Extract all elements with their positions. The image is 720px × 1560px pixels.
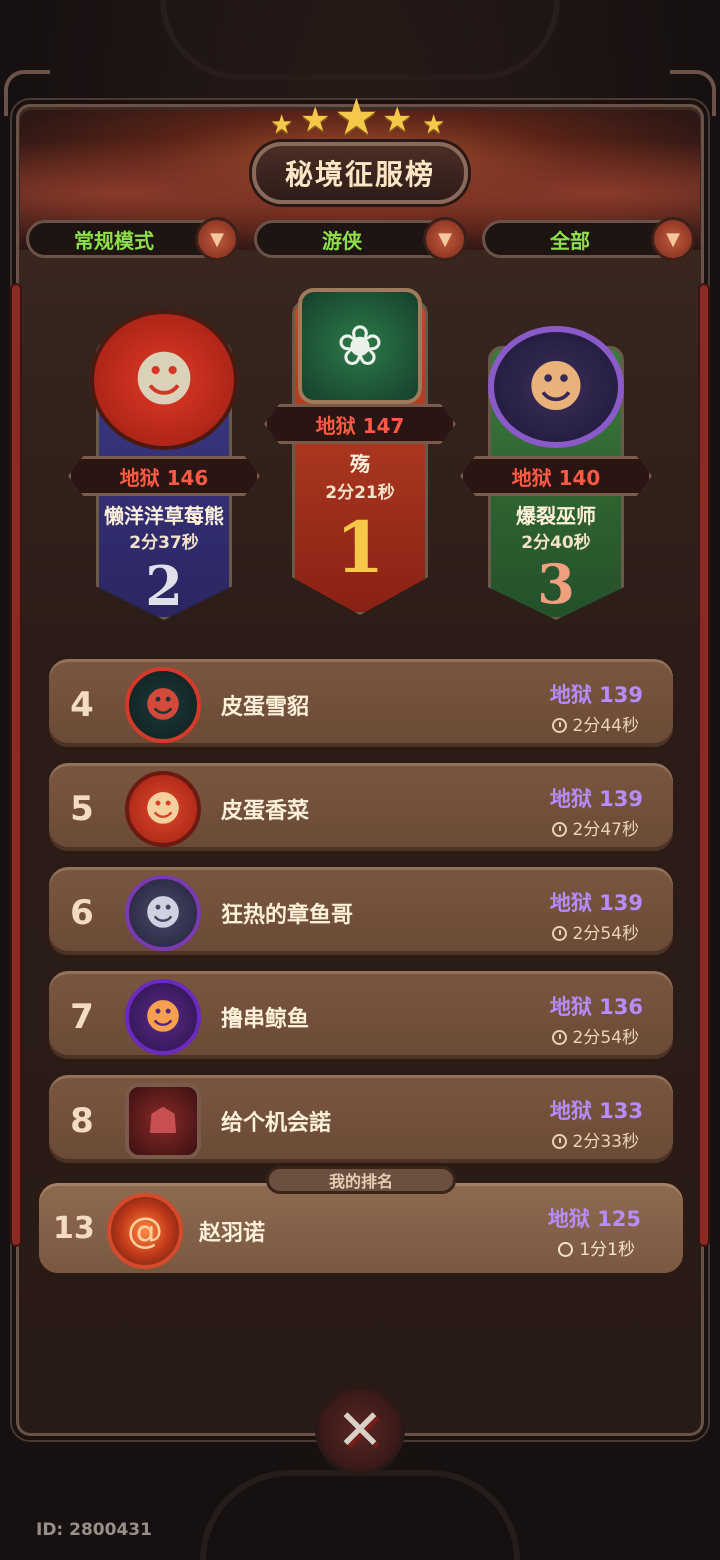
podium-level: 地狱 146 [68, 456, 260, 496]
avatar-tomato-hood-icon: ☻ [132, 345, 196, 415]
avatar: ☻ [125, 667, 201, 743]
filter-range-dropdown[interactable]: 全部 ▼ [482, 217, 695, 261]
avatar-clown-icon: ☻ [144, 684, 182, 726]
close-button[interactable]: ✕ [315, 1385, 405, 1475]
podium-rank-number: 2 [145, 554, 183, 618]
row-time: 2分54秒 [551, 1023, 639, 1048]
panel-side-bar [12, 285, 20, 1245]
star-icon: ★ [270, 110, 294, 140]
podium-name: 殇 [350, 452, 370, 476]
row-level: 地狱 139 [549, 683, 643, 707]
my-rank-time: 1分1秒 [558, 1235, 635, 1260]
row-time: 2分54秒 [551, 919, 639, 944]
my-rank-name: 赵羽诺 [199, 1221, 266, 1246]
row-level: 地狱 136 [549, 995, 643, 1019]
clock-icon [551, 1030, 567, 1045]
avatar-circus-icon: ☗ [146, 1100, 180, 1142]
list-item[interactable]: 7 ☻ 撸串鲸鱼 地狱 136 2分54秒 [46, 968, 676, 1062]
row-rank: 8 [70, 1101, 94, 1141]
podium-rank-number: 3 [537, 552, 575, 616]
row-rank: 5 [70, 789, 94, 829]
filter-mode-label: 常规模式 [74, 228, 154, 253]
my-rank-row[interactable]: 13 @ 赵羽诺 地狱 125 1分1秒 [36, 1180, 686, 1276]
avatar-flower-spirit-icon: ❀ [336, 313, 384, 379]
podium-time: 2分40秒 [521, 533, 591, 553]
avatar-octopus-cat-icon: ☻ [144, 892, 182, 934]
clock-icon [551, 926, 567, 941]
page-title: 秘境征服榜 [252, 142, 468, 204]
podium-level: 地狱 140 [460, 456, 652, 496]
chevron-down-icon[interactable]: ▼ [651, 217, 695, 261]
chevron-down-icon[interactable]: ▼ [195, 217, 239, 261]
row-name: 皮蛋香菜 [221, 799, 310, 824]
row-time: 2分44秒 [551, 711, 639, 736]
row-name: 皮蛋雪貂 [221, 695, 310, 720]
avatar-fire-swirl-icon: @ [127, 1210, 163, 1252]
row-name: 狂热的章鱼哥 [221, 903, 354, 928]
list-item[interactable]: 4 ☻ 皮蛋雪貂 地狱 139 2分44秒 [46, 656, 676, 750]
podium-level: 地狱 147 [264, 404, 456, 444]
panel-side-bar [700, 285, 708, 1245]
user-id-label: ID: 2800431 [36, 1520, 152, 1540]
star-icon: ★ [334, 88, 379, 146]
star-icon: ★ [422, 110, 446, 140]
filter-mode-dropdown[interactable]: 常规模式 ▼ [26, 217, 239, 261]
my-rank-tag: 我的排名 [266, 1166, 456, 1194]
my-rank-level: 地狱 125 [547, 1207, 641, 1231]
row-time: 2分47秒 [551, 815, 639, 840]
my-rank-number: 13 [53, 1211, 95, 1246]
avatar: @ [107, 1193, 183, 1269]
avatar-tomato-tiger-icon: ☻ [144, 788, 182, 830]
close-icon: ✕ [336, 1397, 384, 1463]
row-rank: 6 [70, 893, 94, 933]
podium-name: 懒洋洋草莓熊 [104, 504, 224, 528]
avatar: ❀ [298, 288, 422, 404]
list-item[interactable]: 8 ☗ 给个机会諾 地狱 133 2分33秒 [46, 1072, 676, 1166]
row-name: 给个机会諾 [221, 1111, 332, 1136]
clock-icon [558, 1242, 574, 1257]
background-ornament-bottom [200, 1470, 520, 1560]
list-item[interactable]: 5 ☻ 皮蛋香菜 地狱 139 2分47秒 [46, 760, 676, 854]
stars-decoration: ★ ★ ★ ★ ★ [270, 88, 450, 146]
avatar: ☻ [125, 875, 201, 951]
podium-rank-2[interactable]: ☻ 地狱 146 懒洋洋草莓熊 2分37秒 2 [68, 310, 260, 620]
podium-rank-number: 1 [335, 506, 385, 589]
row-name: 撸串鲸鱼 [221, 1007, 310, 1032]
avatar: ☻ [125, 979, 201, 1055]
podium-name: 爆裂巫师 [516, 504, 596, 528]
row-level: 地狱 133 [549, 1099, 643, 1123]
row-level: 地狱 139 [549, 787, 643, 811]
podium-rank-3[interactable]: ☻ 地狱 140 爆裂巫师 2分40秒 3 [460, 326, 652, 620]
filter-range-label: 全部 [550, 228, 590, 253]
filter-class-label: 游侠 [322, 228, 362, 253]
filter-class-dropdown[interactable]: 游侠 ▼ [254, 217, 467, 261]
star-icon: ★ [382, 100, 413, 140]
clock-icon [551, 822, 567, 837]
background-ornament-top [160, 0, 560, 80]
avatar: ☻ [90, 310, 238, 450]
avatar-purple-flame-tiger-icon: ☻ [144, 996, 182, 1038]
avatar-fox-wizard-icon: ☻ [526, 354, 586, 420]
podium-time: 2分37秒 [129, 533, 199, 553]
row-rank: 7 [70, 997, 94, 1037]
star-icon: ★ [300, 100, 331, 140]
list-item[interactable]: 6 ☻ 狂热的章鱼哥 地狱 139 2分54秒 [46, 864, 676, 958]
row-rank: 4 [70, 685, 94, 725]
row-time: 2分33秒 [551, 1127, 639, 1152]
avatar: ☗ [125, 1083, 201, 1159]
podium-rank-1[interactable]: ❀ 地狱 147 殇 2分21秒 1 [264, 280, 456, 615]
avatar: ☻ [488, 326, 624, 448]
clock-icon [551, 718, 567, 733]
podium-time: 2分21秒 [325, 483, 395, 503]
chevron-down-icon[interactable]: ▼ [423, 217, 467, 261]
row-level: 地狱 139 [549, 891, 643, 915]
avatar: ☻ [125, 771, 201, 847]
clock-icon [551, 1134, 567, 1149]
